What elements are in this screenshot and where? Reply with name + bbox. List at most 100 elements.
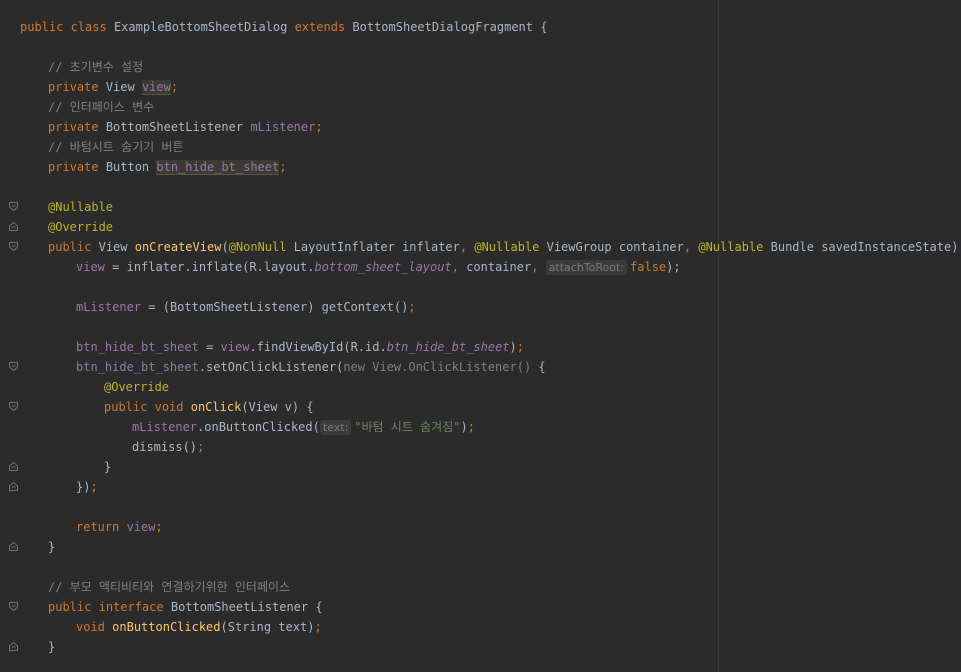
keyword: void bbox=[154, 400, 184, 414]
code-line-comment[interactable]: // 바텀시트 숨기기 버튼 bbox=[48, 137, 183, 157]
code-line-class-declaration[interactable]: public class ExampleBottomSheetDialog ex… bbox=[20, 17, 547, 37]
method-name: onButtonClicked bbox=[112, 620, 221, 634]
resource-name: btn_hide_bt_sheet bbox=[386, 340, 510, 354]
fold-open-icon[interactable] bbox=[9, 222, 18, 231]
expression: .onButtonClicked( bbox=[197, 420, 320, 434]
brace: } bbox=[48, 540, 56, 554]
fold-open-icon[interactable] bbox=[9, 242, 18, 251]
comma: , bbox=[683, 240, 692, 254]
method-name: onCreateView bbox=[134, 240, 222, 254]
semicolon: ; bbox=[155, 520, 163, 534]
type-name: View bbox=[98, 240, 128, 254]
param: LayoutInflater inflater bbox=[293, 240, 460, 254]
parent-class-name: BottomSheetDialogFragment bbox=[352, 20, 534, 34]
comma: , bbox=[459, 240, 468, 254]
param: Bundle savedInstanceState) { bbox=[770, 240, 961, 254]
code-line-close-listener[interactable]: }); bbox=[76, 477, 98, 497]
resource-name: bottom_sheet_layout bbox=[314, 260, 452, 274]
keyword: private bbox=[48, 120, 99, 134]
anonymous-class[interactable]: new View.OnClickListener() bbox=[343, 360, 531, 374]
code-line-comment[interactable]: // 부모 액티비티와 연결하기위한 인터페이스 bbox=[48, 577, 290, 597]
code-line-field-listener[interactable]: private BottomSheetListener mListener; bbox=[48, 117, 323, 137]
code-line-field-view[interactable]: private View view; bbox=[48, 77, 178, 97]
string-literal: "바텀 시트 숨겨짐" bbox=[354, 420, 461, 434]
fold-close-icon[interactable] bbox=[9, 462, 18, 471]
param: ViewGroup container bbox=[546, 240, 684, 254]
keyword: public bbox=[48, 240, 92, 254]
code-line-close-brace[interactable]: } bbox=[48, 637, 55, 657]
parameter-hint: text: bbox=[319, 420, 352, 435]
code-line-getcontext[interactable]: mListener = (BottomSheetListener) getCon… bbox=[76, 297, 416, 317]
code-line-return[interactable]: return view; bbox=[76, 517, 163, 537]
comment: // 부모 액티비티와 연결하기위한 인터페이스 bbox=[48, 580, 291, 594]
annotation: @Nullable bbox=[474, 240, 540, 254]
comment: // 바텀시트 숨기기 버튼 bbox=[48, 140, 184, 154]
semicolon: ; bbox=[279, 160, 287, 174]
comma: , bbox=[531, 260, 539, 274]
field-name: mListener bbox=[76, 300, 142, 314]
operator: = bbox=[206, 340, 214, 354]
brace: }) bbox=[76, 480, 91, 494]
comment: // 인터페이스 변수 bbox=[48, 100, 155, 114]
fold-close-icon[interactable] bbox=[9, 542, 18, 551]
keyword: class bbox=[70, 20, 107, 34]
expression: .setOnClickListener( bbox=[198, 360, 344, 374]
fold-open-icon[interactable] bbox=[9, 202, 18, 211]
keyword: return bbox=[76, 520, 120, 534]
semicolon: ; bbox=[408, 300, 416, 314]
code-line-inflate[interactable]: view = inflater.inflate(R.layout.bottom_… bbox=[76, 257, 681, 277]
field-name: view bbox=[126, 520, 156, 534]
type-name: Button bbox=[105, 160, 150, 174]
brace: } bbox=[48, 640, 56, 654]
code-line-dismiss[interactable]: dismiss(); bbox=[132, 437, 204, 457]
code-line-interface-method[interactable]: void onButtonClicked(String text); bbox=[76, 617, 322, 637]
semicolon: ; bbox=[314, 620, 322, 634]
interface-name: BottomSheetListener bbox=[170, 600, 309, 614]
code-line-annotation[interactable]: @Nullable bbox=[48, 197, 113, 217]
code-line-setonclicklistener[interactable]: btn_hide_bt_sheet.setOnClickListener(new… bbox=[76, 357, 546, 377]
comment: // 초기변수 설정 bbox=[48, 60, 144, 74]
field-name: view bbox=[220, 340, 250, 354]
code-line-field-button[interactable]: private Button btn_hide_bt_sheet; bbox=[48, 157, 286, 177]
expression: .findViewById(R.id. bbox=[249, 340, 387, 354]
paren: ) bbox=[460, 420, 468, 434]
fold-open-icon[interactable] bbox=[9, 362, 18, 371]
code-line-comment[interactable]: // 초기변수 설정 bbox=[48, 57, 143, 77]
params: (View v) { bbox=[241, 400, 314, 414]
semicolon: ; bbox=[467, 420, 475, 434]
code-line-interface-declaration[interactable]: public interface BottomSheetListener { bbox=[48, 597, 323, 617]
brace: { bbox=[538, 360, 546, 374]
code-line-annotation[interactable]: @Override bbox=[48, 217, 113, 237]
fold-close-icon[interactable] bbox=[9, 642, 18, 651]
brace: { bbox=[315, 600, 323, 614]
argument: container bbox=[466, 260, 532, 274]
expression: = (BottomSheetListener) getContext() bbox=[148, 300, 409, 314]
keyword: extends bbox=[294, 20, 346, 34]
semicolon: ; bbox=[90, 480, 98, 494]
field-name: btn_hide_bt_sheet bbox=[76, 360, 199, 374]
code-line-annotation[interactable]: @Override bbox=[104, 377, 169, 397]
code-line-onclick[interactable]: public void onClick(View v) { bbox=[104, 397, 314, 417]
annotation: @Nullable bbox=[698, 240, 764, 254]
code-line-onbuttonclicked-call[interactable]: mListener.onButtonClicked(text: "바텀 시트 숨겨… bbox=[132, 417, 475, 437]
params: (String text) bbox=[220, 620, 315, 634]
code-line-close-brace[interactable]: } bbox=[104, 457, 111, 477]
code-line-findviewbyid[interactable]: btn_hide_bt_sheet = view.findViewById(R.… bbox=[76, 337, 524, 357]
annotation: @NonNull bbox=[228, 240, 287, 254]
annotation: @Nullable bbox=[48, 200, 114, 214]
type-name: View bbox=[105, 80, 135, 94]
code-editor[interactable]: public class ExampleBottomSheetDialog ex… bbox=[0, 0, 961, 672]
field-name: btn_hide_bt_sheet bbox=[156, 160, 280, 175]
fold-open-icon[interactable] bbox=[9, 402, 18, 411]
keyword: public bbox=[20, 20, 64, 34]
fold-open-icon[interactable] bbox=[9, 602, 18, 611]
fold-close-icon[interactable] bbox=[9, 482, 18, 491]
code-line-comment[interactable]: // 인터페이스 변수 bbox=[48, 97, 154, 117]
code-line-close-brace[interactable]: } bbox=[48, 537, 55, 557]
field-name: view bbox=[76, 260, 105, 274]
keyword: interface bbox=[98, 600, 164, 614]
field-name: mListener bbox=[132, 420, 198, 434]
brace: { bbox=[540, 20, 548, 34]
semicolon: ; bbox=[516, 340, 525, 354]
code-line-oncreateview[interactable]: public View onCreateView(@NonNull Layout… bbox=[48, 237, 961, 257]
